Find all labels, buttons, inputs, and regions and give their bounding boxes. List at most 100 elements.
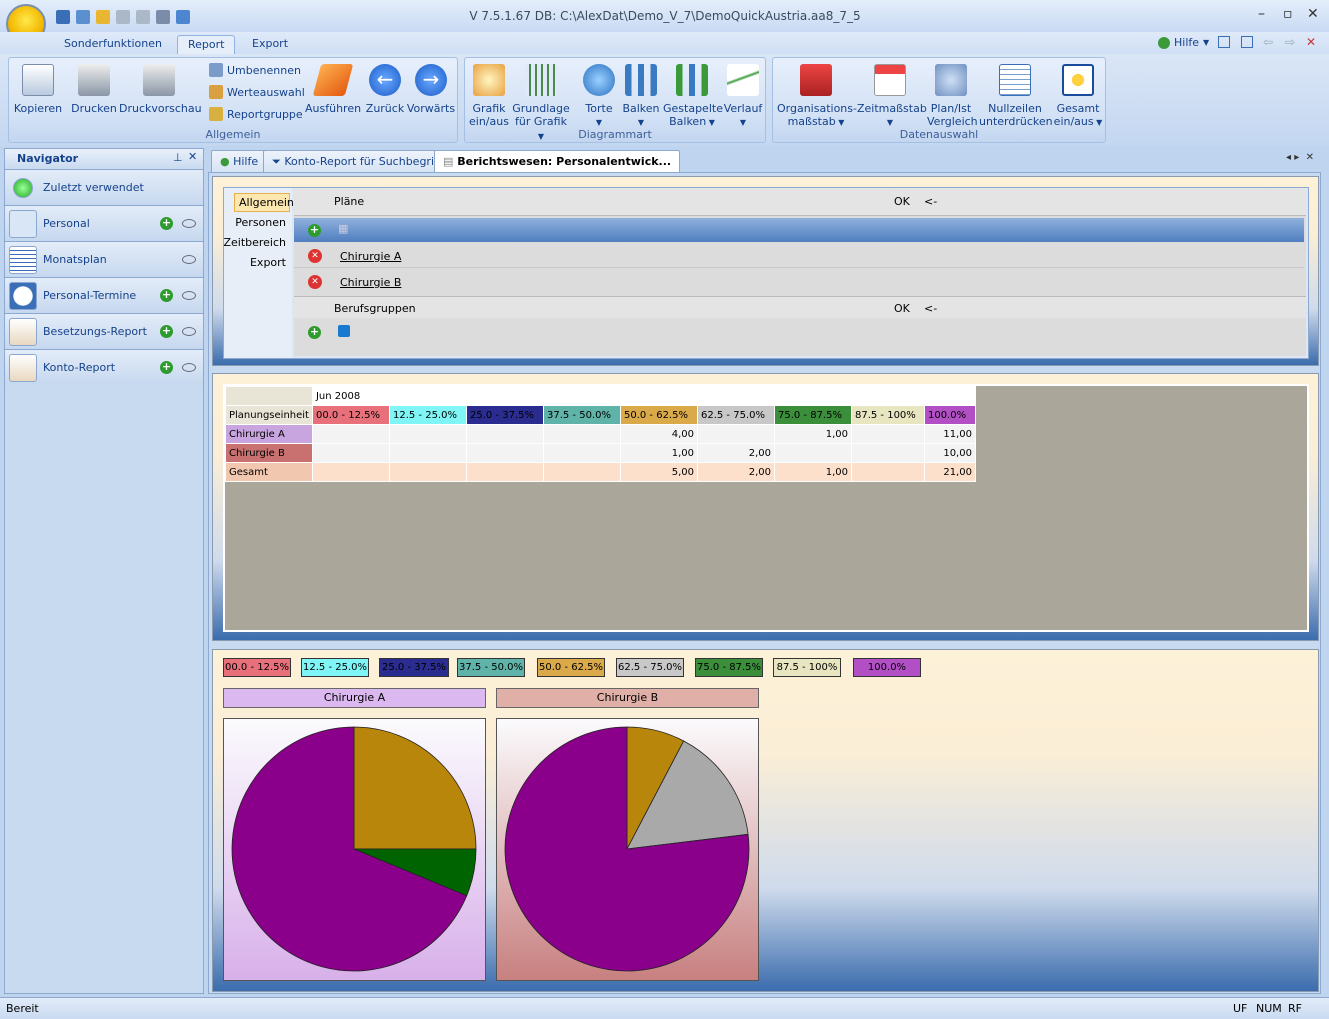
ausfuehren-label: Ausführen: [305, 102, 362, 115]
nav-item-besetzungs-report[interactable]: Besetzungs-Report +: [5, 313, 203, 349]
value-cell: 11,00: [923, 424, 976, 444]
gesamt-button[interactable]: Gesamt ein/aus ▼: [1053, 64, 1103, 129]
reportgruppe-button[interactable]: Reportgruppe: [209, 107, 303, 121]
add-icon[interactable]: +: [160, 325, 173, 338]
document-tab-bar: ● Hilfe ⏷ Konto-Report für Suchbegriff ▤…: [208, 148, 1329, 172]
key-icon[interactable]: [96, 10, 110, 24]
add-icon[interactable]: +: [160, 289, 173, 302]
report-group-icon: [209, 107, 223, 121]
navigator-header: Navigator ⊥ ✕: [5, 149, 203, 169]
close-button[interactable]: ✕: [1307, 6, 1319, 22]
value-cell: [388, 462, 467, 482]
side-tab-zeitbereich[interactable]: Zeitbereich: [223, 236, 286, 249]
layout-icon[interactable]: [56, 10, 70, 24]
view-icon[interactable]: [182, 363, 196, 372]
nav-item-personal[interactable]: Personal +: [5, 205, 203, 241]
side-tab-allgemein[interactable]: Allgemein: [234, 193, 294, 212]
doc-tab-label: Konto-Report für Suchbegriff: [284, 155, 442, 168]
plan-ist-button[interactable]: Plan/Ist Vergleich: [927, 64, 978, 128]
druckvorschau-button[interactable]: Druckvorschau: [119, 64, 202, 115]
add-group-row[interactable]: +: [294, 320, 1304, 344]
doc-tab-berichtswesen[interactable]: ▤ Berichtswesen: Personalentwick...: [434, 150, 681, 172]
view-icon[interactable]: [182, 255, 196, 264]
pie-chart-box: [496, 718, 759, 981]
nav-label-monatsplan: Monatsplan: [43, 253, 107, 266]
minimize-button[interactable]: –: [1258, 6, 1265, 22]
gestapelte-balken-button[interactable]: Gestapelte Balken ▼: [663, 64, 723, 129]
layout-horizontal-icon[interactable]: [1241, 36, 1253, 48]
refresh-icon[interactable]: [176, 10, 190, 24]
plaene-header: Pläne: [334, 195, 365, 208]
filter-side-tabs: Allgemein Personen Zeitbereich Export: [223, 188, 294, 358]
sort-icon[interactable]: [76, 10, 90, 24]
layout-split-icon[interactable]: [1218, 36, 1230, 48]
remove-icon[interactable]: ✕: [308, 249, 322, 263]
doc-tab-konto-report[interactable]: ⏷ Konto-Report für Suchbegriff: [263, 150, 451, 172]
help-icon: ●: [220, 155, 230, 168]
undo-icon[interactable]: [116, 10, 130, 24]
ausfuehren-button[interactable]: Ausführen: [305, 64, 361, 115]
help-menu[interactable]: Hilfe ▼: [1158, 36, 1209, 49]
binoculars-icon: [935, 64, 967, 96]
side-tab-export[interactable]: Export: [250, 256, 286, 269]
nullzeilen-button[interactable]: Nullzeilen unterdrücken: [979, 64, 1053, 128]
organisationsmassstab-button[interactable]: Organisations-maßstab ▼: [777, 64, 857, 129]
add-icon[interactable]: +: [308, 326, 321, 339]
plan-link[interactable]: Chirurgie B: [340, 276, 401, 289]
plan-link[interactable]: Chirurgie A: [340, 250, 401, 263]
berufsgruppen-header-row: Berufsgruppen OK <-: [294, 296, 1306, 318]
add-icon[interactable]: +: [160, 361, 173, 374]
tab-sonderfunktionen[interactable]: Sonderfunktionen: [54, 35, 172, 55]
remove-icon[interactable]: ✕: [308, 275, 322, 289]
group-datenauswahl: Organisations-maßstab ▼ Zeitmaßstab ▼ Pla…: [772, 57, 1106, 143]
add-icon[interactable]: +: [308, 224, 321, 237]
close-navigator-icon[interactable]: ✕: [188, 150, 197, 163]
range-header: 12.5 - 25.0%: [388, 405, 467, 425]
pin-icon[interactable]: ⊥: [173, 151, 183, 164]
tab-nav-arrows[interactable]: ◂ ▸ ✕: [1286, 152, 1314, 163]
tab-export[interactable]: Export: [242, 35, 298, 55]
forward-arrow-icon[interactable]: ⇨: [1285, 35, 1295, 49]
nav-item-konto-report[interactable]: Konto-Report +: [5, 349, 203, 385]
kopieren-button[interactable]: Kopieren: [13, 64, 63, 115]
value-cell: [773, 443, 852, 463]
redo-icon[interactable]: [136, 10, 150, 24]
drucken-button[interactable]: Drucken: [69, 64, 119, 115]
zeitmassstab-button[interactable]: Zeitmaßstab ▼: [857, 64, 927, 129]
vorwaerts-button[interactable]: → Vorwärts: [405, 64, 457, 115]
group-diagrammart-label: Diagrammart: [578, 128, 652, 141]
umbenennen-button[interactable]: Umbenennen: [209, 63, 301, 77]
close-doc-icon[interactable]: ✕: [1306, 35, 1316, 49]
status-rf: RF: [1288, 1002, 1302, 1015]
torte-button[interactable]: Torte ▼: [577, 64, 621, 129]
doc-tab-hilfe[interactable]: ● Hilfe: [211, 150, 268, 172]
nav-item-zuletzt[interactable]: Zuletzt verwendet: [5, 169, 203, 205]
value-cell: [465, 443, 544, 463]
range-header: 62.5 - 75.0%: [696, 405, 775, 425]
werteauswahl-button[interactable]: Werteauswahl: [209, 85, 305, 99]
view-icon[interactable]: [182, 291, 196, 300]
verlauf-button[interactable]: Verlauf ▼: [721, 64, 765, 129]
save-icon[interactable]: [156, 10, 170, 24]
legend-item: 25.0 - 37.5%: [379, 658, 449, 677]
back-arrow-icon[interactable]: ⇦: [1263, 35, 1273, 49]
zurueck-button[interactable]: ← Zurück: [363, 64, 407, 115]
umbenennen-label: Umbenennen: [227, 63, 301, 77]
add-icon[interactable]: +: [160, 217, 173, 230]
balken-button[interactable]: Balken ▼: [619, 64, 663, 129]
tab-report[interactable]: Report: [177, 35, 236, 55]
view-icon[interactable]: [182, 219, 196, 228]
nav-item-monatsplan[interactable]: Monatsplan: [5, 241, 203, 277]
group-datenauswahl-label: Datenauswahl: [899, 128, 979, 141]
maximize-button[interactable]: ▫: [1283, 6, 1293, 22]
view-icon[interactable]: [182, 327, 196, 336]
verlauf-label: Verlauf: [723, 102, 763, 115]
nav-item-personal-termine[interactable]: Personal-Termine +: [5, 277, 203, 313]
side-tab-personen[interactable]: Personen: [235, 216, 286, 229]
add-plan-row[interactable]: + ▦: [294, 218, 1304, 242]
balken-label: Balken: [622, 102, 660, 115]
pin-green-icon: [13, 177, 33, 198]
execute-icon: [312, 64, 354, 96]
range-header: 00.0 - 12.5%: [311, 405, 390, 425]
grafik-toggle-button[interactable]: Grafik ein/aus: [467, 64, 511, 128]
